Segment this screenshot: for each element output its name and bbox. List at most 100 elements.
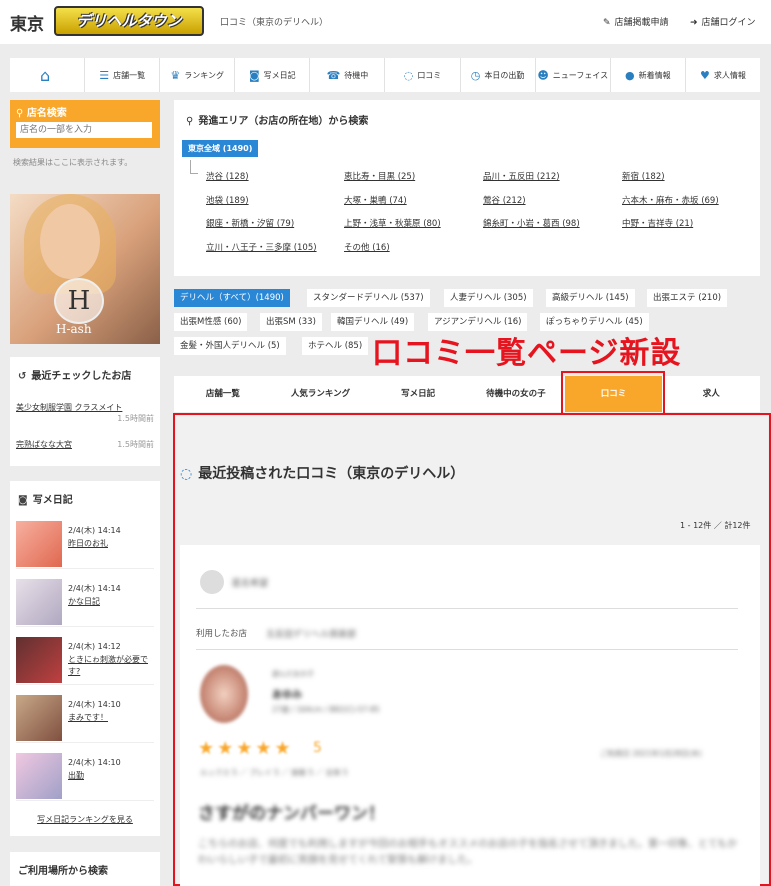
area-link[interactable]: 銀座・新橋・汐留 (79) xyxy=(206,217,294,229)
photo-diary-item[interactable]: 2/4(木) 14:12 ときにゎ刺激が必要です? xyxy=(16,629,154,685)
category-item[interactable]: 高級デリヘル (145) xyxy=(546,289,635,307)
tab-waiting[interactable]: 待機中の女の子 xyxy=(467,376,565,412)
photo-title[interactable]: ときにゎ刺激が必要です? xyxy=(68,654,154,678)
area-link[interactable]: 品川・五反田 (212) xyxy=(483,170,560,182)
area-link[interactable]: 上野・浅草・秋葉原 (80) xyxy=(344,217,441,229)
search-note: 検索結果はここに表示されます。 xyxy=(13,158,133,167)
girl-photo[interactable] xyxy=(200,665,248,723)
face-icon: ☻ xyxy=(537,68,549,82)
area-link[interactable]: 池袋 (189) xyxy=(206,194,249,206)
shop-search-title: ⚲ 店名検索 xyxy=(16,108,67,119)
nav-photo-diary[interactable]: ◙ 写メ日記 xyxy=(235,58,311,92)
photo-thumbnail xyxy=(16,521,62,567)
promo-announcement: 口コミ一覧ページ新設 xyxy=(372,336,682,371)
chat-icon: ◌ xyxy=(403,68,414,82)
photo-ranking-link[interactable]: 写メ日記ランキングを見る xyxy=(10,814,160,825)
area-all-button[interactable]: 東京全域 (1490) xyxy=(182,140,259,157)
area-search-title: ⚲ 発進エリア（お店の所在地）から検索 xyxy=(186,116,369,127)
nav-home[interactable]: ⌂ xyxy=(10,58,86,92)
photo-diary-item[interactable]: 2/4(木) 14:10 まみです！ xyxy=(16,687,154,743)
photo-thumbnail xyxy=(16,579,62,625)
recent-title: ↺ 最近チェックしたお店 xyxy=(18,371,132,382)
tab-shop-list[interactable]: 店舗一覧 xyxy=(174,376,272,412)
area-link[interactable]: 錦糸町・小岩・葛西 (98) xyxy=(483,217,580,229)
shop-search-input[interactable] xyxy=(16,122,152,138)
user-avatar-icon xyxy=(200,570,224,594)
category-item[interactable]: 金髪・外国人デリヘル (5) xyxy=(174,337,286,355)
nav-new-face[interactable]: ☻ ニューフェイス xyxy=(536,58,611,92)
photo-date: 2/4(木) 14:14 xyxy=(68,526,121,535)
photo-diary-item[interactable]: 2/4(木) 14:10 出勤 xyxy=(16,745,154,801)
history-icon: ↺ xyxy=(18,371,27,382)
tab-ranking[interactable]: 人気ランキング xyxy=(272,376,370,412)
category-item[interactable]: 出張SM (33) xyxy=(260,313,322,331)
area-link[interactable]: その他 (16) xyxy=(344,241,390,253)
login-icon: ➜ xyxy=(690,18,698,28)
photo-title[interactable]: かな日記 xyxy=(68,596,154,608)
review-body: こちらのお店、何度でも利用しますが今回のお相手もオススメのお店の子を指名させて頂… xyxy=(198,839,738,866)
divider xyxy=(196,649,738,650)
review-section-title: ◌ 最近投稿された口コミ（東京のデリヘル） xyxy=(180,466,465,482)
photo-title[interactable]: 出勤 xyxy=(68,770,154,782)
area-link[interactable]: 渋谷 (128) xyxy=(206,170,249,182)
area-link[interactable]: 鶯谷 (212) xyxy=(483,194,526,206)
shop-banner[interactable]: H H-ash xyxy=(10,194,160,344)
recent-item[interactable]: 美少女制服学園 クラスメイト 1.5時間前 xyxy=(16,402,154,423)
tab-photo-diary[interactable]: 写メ日記 xyxy=(369,376,467,412)
area-link[interactable]: 新宿 (182) xyxy=(622,170,665,182)
photo-date: 2/4(木) 14:10 xyxy=(68,700,121,709)
photo-thumbnail xyxy=(16,753,62,799)
camera-icon: ◙ xyxy=(18,495,28,506)
edit-icon: ✎ xyxy=(603,18,611,28)
photo-title[interactable]: まみです！ xyxy=(68,712,154,724)
nav-news[interactable]: ● 新着情報 xyxy=(611,58,686,92)
rating-score: 5 xyxy=(313,740,322,756)
category-item[interactable]: スタンダードデリヘル (537) xyxy=(307,289,430,307)
girl-meta: 遊んだ女の子 xyxy=(272,670,314,678)
banner-shop-name: H-ash xyxy=(56,322,92,336)
nav-reviews[interactable]: ◌ 口コミ xyxy=(385,58,461,92)
photo-diary-box: ◙ 写メ日記 2/4(木) 14:14 昨日のお礼 2/4(木) 14:14 かな… xyxy=(10,481,160,836)
photo-diary-title: ◙ 写メ日記 xyxy=(18,495,73,506)
recent-item[interactable]: 完熟ばなな大宮 1.5時間前 xyxy=(16,439,154,450)
review-shop-name[interactable]: 五反田デリヘル倶楽部 xyxy=(266,627,356,640)
photo-diary-item[interactable]: 2/4(木) 14:14 昨日のお礼 xyxy=(16,513,154,569)
new-icon: ● xyxy=(624,68,635,82)
use-place-title: ご利用場所から検索 xyxy=(18,866,108,877)
shop-apply-link[interactable]: ✎ 店舗掲載申請 xyxy=(603,15,669,28)
area-link[interactable]: 中野・吉祥寺 (21) xyxy=(622,217,693,229)
photo-title[interactable]: 昨日のお礼 xyxy=(68,538,154,550)
area-link[interactable]: 立川・八王子・三多摩 (105) xyxy=(206,241,317,253)
rating-stars-icon: ★★★★★ xyxy=(198,738,294,759)
nav-waiting[interactable]: ☎ 待機中 xyxy=(310,58,386,92)
category-item[interactable]: 出張エステ (210) xyxy=(647,289,728,307)
content-tabs: 店舗一覧 人気ランキング 写メ日記 待機中の女の子 口コミ 求人 xyxy=(174,376,760,412)
nav-today[interactable]: ◷ 本日の出勤 xyxy=(461,58,536,92)
photo-date: 2/4(木) 14:12 xyxy=(68,642,121,651)
photo-date: 2/4(木) 14:10 xyxy=(68,758,121,767)
phone-icon: ☎ xyxy=(326,68,341,82)
category-all[interactable]: デリヘル（すべて）(1490) xyxy=(174,289,290,307)
photo-thumbnail xyxy=(16,637,62,683)
photo-diary-item[interactable]: 2/4(木) 14:14 かな日記 xyxy=(16,571,154,627)
category-item[interactable]: 出張M性感 (60) xyxy=(174,313,248,331)
shop-login-link[interactable]: ➜ 店舗ログイン xyxy=(690,15,756,28)
review-headline: さすがのナンバーワン！ xyxy=(198,804,385,824)
area-link[interactable]: 六本木・麻布・赤坂 (69) xyxy=(622,194,719,206)
nav-jobs[interactable]: ♥ 求人情報 xyxy=(686,58,760,92)
girl-name[interactable]: あゆみ xyxy=(272,686,302,701)
chat-icon: ◌ xyxy=(180,466,193,482)
sub-scores: ルックス 5 ／ プレイ 5 ／ 接客 5 ／ 全体 5 xyxy=(200,768,348,777)
banner-logo: H xyxy=(54,278,104,324)
nav-shop-list[interactable]: ☰ 店舗一覧 xyxy=(85,58,161,92)
category-item[interactable]: 人妻デリヘル (305) xyxy=(444,289,533,307)
nav-ranking[interactable]: ♛ ランキング xyxy=(160,58,236,92)
tab-jobs[interactable]: 求人 xyxy=(662,376,760,412)
photo-thumbnail xyxy=(16,695,62,741)
area-link[interactable]: 恵比寿・目黒 (25) xyxy=(344,170,415,182)
site-logo[interactable]: デリヘルタウン xyxy=(54,6,204,36)
category-item[interactable]: ホテヘル (85) xyxy=(302,337,369,355)
review-date: ご利用日 2021年1月28日(木) xyxy=(600,749,702,758)
home-icon: ⌂ xyxy=(39,65,51,85)
area-link[interactable]: 大塚・巣鴨 (74) xyxy=(344,194,407,206)
